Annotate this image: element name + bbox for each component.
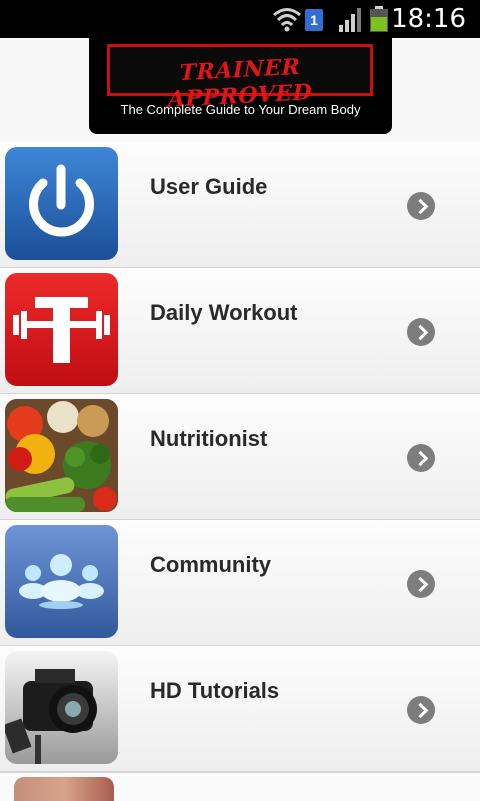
dumbbell-icon <box>5 273 118 386</box>
trainer-approved-banner: TRAINER APPROVED The Complete Guide to Y… <box>89 38 392 134</box>
vegetables-image <box>5 399 118 512</box>
menu-item-label: User Guide <box>150 174 268 199</box>
chevron-right-icon[interactable] <box>407 192 435 220</box>
status-bar: 1 18:16 <box>0 0 480 38</box>
partial-thumbnail <box>14 777 114 801</box>
menu-item-partial[interactable] <box>0 772 480 801</box>
menu-item-user-guide[interactable]: User Guide <box>0 142 480 268</box>
menu-item-nutritionist[interactable]: Nutritionist <box>0 394 480 520</box>
menu-item-label: Community <box>150 552 271 577</box>
app-header: TRAINER APPROVED The Complete Guide to Y… <box>0 38 480 143</box>
chevron-right-icon[interactable] <box>407 318 435 346</box>
menu-item-label: Daily Workout <box>150 300 298 325</box>
wifi-icon <box>273 8 301 32</box>
menu-item-daily-workout[interactable]: Daily Workout <box>0 268 480 394</box>
people-icon <box>5 525 118 638</box>
banner-stamp: TRAINER APPROVED <box>107 44 373 113</box>
main-menu-list: User Guide Daily Workout Nutritionist Co… <box>0 142 480 772</box>
menu-item-hd-tutorials[interactable]: HD Tutorials <box>0 646 480 772</box>
chevron-right-icon[interactable] <box>407 696 435 724</box>
menu-item-label: HD Tutorials <box>150 678 280 703</box>
menu-item-label: Nutritionist <box>150 426 268 451</box>
signal-icon <box>339 8 361 32</box>
notification-badge: 1 <box>305 9 323 31</box>
camera-image <box>5 651 118 764</box>
status-time: 18:16 <box>391 4 466 34</box>
chevron-right-icon[interactable] <box>407 444 435 472</box>
banner-tagline: The Complete Guide to Your Dream Body <box>120 102 361 117</box>
power-icon <box>5 147 118 260</box>
battery-icon <box>370 6 388 32</box>
chevron-right-icon[interactable] <box>407 570 435 598</box>
menu-item-community[interactable]: Community <box>0 520 480 646</box>
